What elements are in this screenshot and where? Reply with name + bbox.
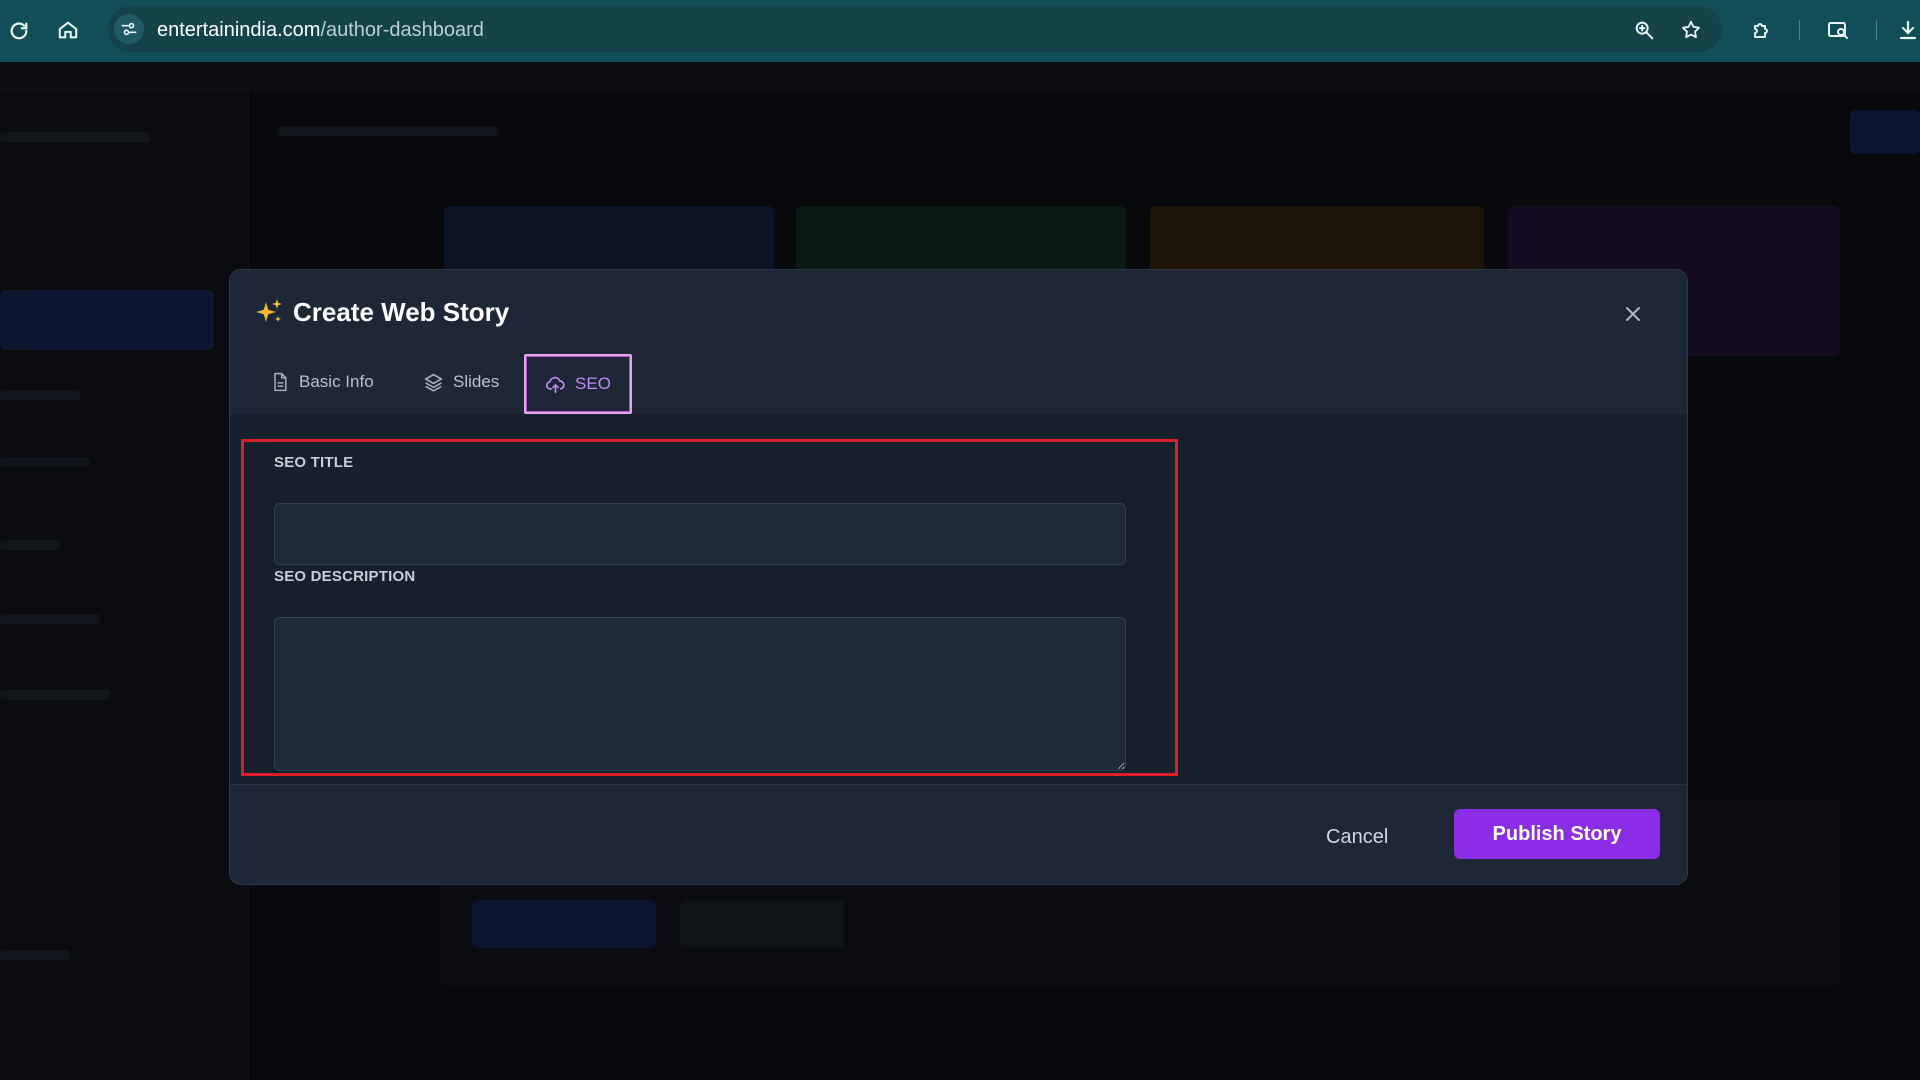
modal-footer: Cancel Publish Story [230,784,1687,884]
layers-icon [424,373,443,392]
tab-label: Basic Info [299,372,374,391]
backdrop-text [0,950,70,960]
backdrop-text [0,132,150,142]
seo-title-label: SEO TITLE [274,454,354,471]
seo-description-textarea[interactable] [274,617,1126,771]
tab-label: Slides [453,372,500,391]
backdrop-button [472,900,656,948]
modal-title-group: Create Web Story [254,296,509,328]
create-web-story-modal: Create Web Story Basic Info Slides SEO S… [229,269,1688,885]
extensions-icon[interactable] [1747,15,1777,45]
toolbar-separator [1876,20,1877,40]
tab-basic-info[interactable]: Basic Info [270,354,374,410]
upload-cloud-icon [545,376,565,393]
tab-slides[interactable]: Slides [423,354,499,410]
seo-tab-panel: SEO TITLE SEO DESCRIPTION [230,414,1687,784]
bookmark-star-icon[interactable] [1676,15,1706,45]
url-path: /author-dashboard [320,19,484,41]
seo-description-label: SEO DESCRIPTION [274,568,416,585]
reload-icon[interactable] [4,16,34,46]
download-icon[interactable] [1896,15,1920,45]
seo-title-input[interactable] [274,503,1126,565]
url-text[interactable]: entertainindia.com/author-dashboard [157,19,484,41]
backdrop-text [0,540,60,550]
url-host: entertainindia.com [157,19,321,41]
backdrop-text [0,614,100,624]
seo-fields-highlight: SEO TITLE SEO DESCRIPTION [241,439,1178,776]
backdrop-text [0,457,90,467]
backdrop-text [0,690,110,700]
tab-label: SEO [575,374,611,393]
backdrop-button [680,900,844,948]
document-icon [274,372,287,392]
backdrop-sidebar-active [0,290,214,350]
zoom-icon[interactable] [1629,15,1659,45]
backdrop-text [278,126,498,136]
dashboard-topbar [0,62,1920,92]
close-icon [1626,307,1640,321]
modal-header: Create Web Story Basic Info Slides SEO [230,270,1687,415]
dashboard-sidebar [0,92,249,1080]
modal-title: Create Web Story [293,297,510,327]
site-settings-icon[interactable] [114,14,144,44]
publish-story-button[interactable]: Publish Story [1454,809,1660,859]
tab-search-icon[interactable] [1823,15,1853,45]
backdrop-top-button [1850,110,1920,154]
home-icon[interactable] [53,15,83,45]
close-button[interactable] [1619,300,1647,328]
backdrop-text [0,390,80,400]
tab-seo[interactable]: SEO [524,354,632,414]
browser-toolbar: entertainindia.com/author-dashboard [0,0,1920,62]
sparkles-icon [256,299,282,322]
toolbar-separator [1799,20,1800,40]
cancel-button[interactable]: Cancel [1320,820,1394,854]
